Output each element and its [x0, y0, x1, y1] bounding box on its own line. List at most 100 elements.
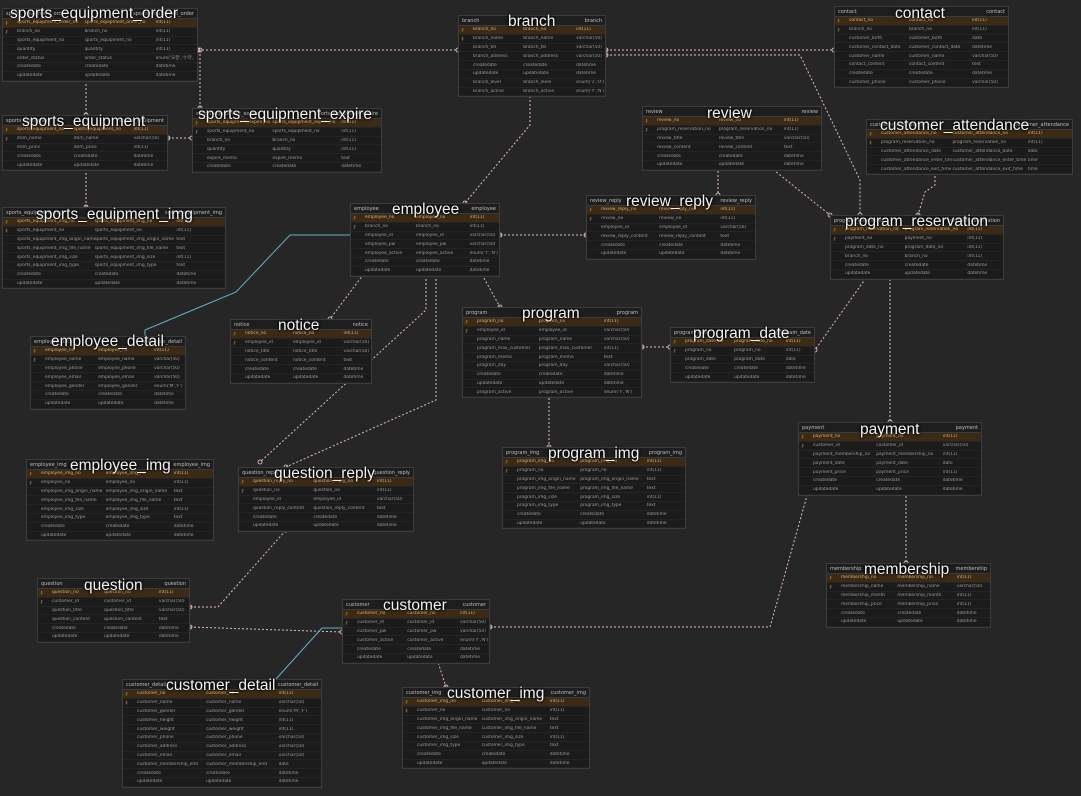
- link-customer-question[interactable]: [189, 626, 343, 633]
- column-row[interactable]: order_status order_status enum('요청','수락','…: [3, 54, 197, 63]
- column-row[interactable]: updatedate updatedate datetime: [503, 520, 685, 529]
- column-row[interactable]: createdate createdate datetime: [799, 477, 981, 486]
- column-row[interactable]: payment_membership_no payment_membership_…: [799, 451, 981, 460]
- column-row[interactable]: program_img_origin_name program_img_origi…: [503, 476, 685, 485]
- column-row[interactable]: updatedate updatedate datetime: [671, 373, 814, 382]
- column-row[interactable]: createdate createdate datetime: [239, 513, 413, 522]
- column-row[interactable]: quantity quantity int(11): [193, 145, 381, 155]
- link-question-reply[interactable]: [190, 529, 287, 608]
- column-row[interactable]: program_date program_date date: [671, 356, 814, 365]
- column-row[interactable]: createdate createdate datetime: [123, 769, 321, 778]
- column-row[interactable]: sports_equipment_img_size sports_equipmen…: [3, 253, 225, 262]
- column-row[interactable]: notice_content notice_content text: [231, 356, 371, 366]
- column-row[interactable]: ⚷ employee_name employee_name varchar(50): [31, 356, 185, 365]
- column-row[interactable]: ⚷ review_no review_no int(11): [587, 215, 755, 224]
- column-row[interactable]: ⚷ sports_equipment_no sports_equipment_no i…: [193, 128, 381, 137]
- column-row[interactable]: employee_id employee_id varchar(50): [239, 496, 413, 505]
- column-row[interactable]: customer_phone customer_phone varchar(50): [835, 79, 1008, 88]
- column-row[interactable]: customer_attendance_date customer_attenda…: [867, 148, 1072, 157]
- column-row[interactable]: employee_img_file_name employee_img_file_…: [27, 496, 213, 506]
- column-row[interactable]: createdate createdate datetime: [31, 391, 185, 400]
- column-row[interactable]: updatedate updatedate datetime: [643, 161, 821, 170]
- column-row[interactable]: updatedate updatedate datetime: [3, 72, 197, 81]
- column-row[interactable]: branch_tel branch_tel varchar(50): [459, 44, 605, 53]
- er-diagram-canvas[interactable]: sports_equipment_order sports_equipment_o…: [0, 0, 1081, 796]
- column-row[interactable]: ⚷ question_no question_no int(11): [239, 487, 413, 496]
- link-customer-detail[interactable]: [275, 627, 342, 680]
- column-row[interactable]: branch_no branch_no int(11): [193, 137, 381, 146]
- column-row[interactable]: program_img_type program_img_type text: [503, 502, 685, 511]
- column-row[interactable]: customer_phone customer_phone varchar(50): [123, 734, 321, 743]
- column-row[interactable]: createdate createdate datetime: [831, 261, 1003, 270]
- column-row[interactable]: program_date_no program_date_no int(11): [831, 244, 1003, 253]
- column-row[interactable]: employee_img_type employee_img_type text: [27, 514, 213, 523]
- column-row[interactable]: customer_img_type customer_img_type text: [403, 742, 589, 751]
- column-row[interactable]: updatedate updatedate datetime: [31, 400, 185, 409]
- column-row[interactable]: customer_weight customer_weight int(11): [123, 725, 321, 734]
- column-row[interactable]: updatedate updatedate datetime: [3, 161, 167, 170]
- column-row[interactable]: customer_pw customer_pw varchar(50): [343, 628, 489, 637]
- column-row[interactable]: ⚷ employee_id employee_id varchar(50): [463, 327, 641, 336]
- column-row[interactable]: updatedate updatedate datetime: [799, 486, 981, 495]
- column-row[interactable]: question_content question_content text: [38, 615, 189, 625]
- column-row[interactable]: ⚷ customer_id customer_id varchar(50): [799, 442, 981, 451]
- column-row[interactable]: updatedate updatedate datetime: [239, 522, 413, 531]
- column-row[interactable]: employee_gender employee_gender enum('M','…: [31, 382, 185, 391]
- column-row[interactable]: program_img_size program_img_size int(11): [503, 493, 685, 502]
- column-row[interactable]: updatedate updatedate datetime: [827, 618, 990, 627]
- column-row[interactable]: createdate createdate datetime: [643, 152, 821, 161]
- column-row[interactable]: program_img_file_name program_img_file_na…: [503, 484, 685, 494]
- column-row[interactable]: ⚷ branch_no branch_no int(11): [835, 26, 1008, 35]
- column-row[interactable]: createdate createdate datetime: [27, 523, 213, 532]
- column-row[interactable]: customer_address customer_address varchar(…: [123, 743, 321, 752]
- column-row[interactable]: branch_level branch_level enum('1','0'): [459, 79, 605, 88]
- column-row[interactable]: ⚷ customer_no customer_no int(11): [403, 707, 589, 716]
- column-row[interactable]: ⚷ customer_name customer_name varchar(50): [123, 699, 321, 708]
- column-row[interactable]: sports_equipment_no sports_equipment_no in…: [3, 37, 197, 46]
- column-row[interactable]: ⚷ customer_id customer_id varchar(50): [343, 619, 489, 628]
- column-row[interactable]: customer_email customer_email varchar(50): [123, 752, 321, 761]
- column-row[interactable]: question_title question_title varchar(50): [38, 607, 189, 616]
- column-row[interactable]: sports_equipment_img_type sports_equipmen…: [3, 262, 225, 271]
- column-row[interactable]: createdate createdate datetime: [503, 511, 685, 520]
- column-row[interactable]: employee_img_origin_name employee_img_ori…: [27, 488, 213, 497]
- column-row[interactable]: ⚷ program_reservation_no program_reservati…: [643, 126, 821, 135]
- column-row[interactable]: program_name program_name varchar(50): [463, 336, 641, 345]
- column-row[interactable]: createdate createdate datetime: [351, 258, 499, 267]
- column-row[interactable]: updatedate updatedate datetime: [38, 633, 189, 642]
- column-row[interactable]: createdate createdate datetime: [459, 61, 605, 70]
- column-row[interactable]: employee_email employee_email varchar(50): [31, 373, 185, 383]
- column-row[interactable]: branch_no branch_no int(11): [831, 252, 1003, 262]
- column-row[interactable]: updatedate updatedate datetime: [403, 760, 589, 769]
- column-row[interactable]: program_active program_active enum('Y','N'…: [463, 388, 641, 398]
- column-row[interactable]: ⚷ branch_no branch_no int(11): [3, 28, 197, 37]
- column-row[interactable]: employee_id employee_id varchar(50): [351, 232, 499, 241]
- column-row[interactable]: createdate createdate datetime: [231, 365, 371, 374]
- column-row[interactable]: createdate createdate datetime: [463, 371, 641, 380]
- column-row[interactable]: customer_gender customer_gender enum('M','…: [123, 708, 321, 717]
- column-row[interactable]: expire_memo expire_memo text: [193, 154, 381, 163]
- column-row[interactable]: updatedate updatedate datetime: [27, 532, 213, 541]
- column-row[interactable]: ⚷ employee_no employee_no int(11): [27, 479, 213, 488]
- column-row[interactable]: customer_attendance_exit_time customer_at…: [867, 165, 1072, 174]
- column-row[interactable]: ⚷ payment_no payment_no int(11): [831, 235, 1003, 244]
- column-row[interactable]: sports_equipment_img_file_name sports_equ…: [3, 244, 225, 254]
- column-row[interactable]: branch_active branch_active enum('Y','N'): [459, 88, 605, 97]
- column-row[interactable]: customer_name customer_name varchar(50): [835, 52, 1008, 61]
- column-row[interactable]: customer_birth customer_birth date: [835, 35, 1008, 44]
- column-row[interactable]: ⚷ branch_name branch_name varchar(50): [459, 35, 605, 44]
- column-row[interactable]: createdate createdate datetime: [587, 241, 755, 250]
- column-row[interactable]: review_title review_title varchar(50): [643, 135, 821, 144]
- link-attendance-reservation[interactable]: [917, 172, 936, 216]
- link-date-reservation[interactable]: [814, 274, 869, 351]
- column-row[interactable]: updatedate updatedate datetime: [463, 380, 641, 389]
- column-row[interactable]: updatedate updatedate datetime: [231, 374, 371, 383]
- column-row[interactable]: membership_month membership_month int(11): [827, 592, 990, 601]
- link-review-reservation[interactable]: [769, 166, 831, 216]
- column-row[interactable]: ⚷ program_no program_no int(11): [503, 467, 685, 476]
- column-row[interactable]: quantity quantity int(11): [3, 45, 197, 55]
- column-row[interactable]: employee_img_size employee_img_size int(11…: [27, 505, 213, 514]
- column-row[interactable]: createdate createdate datetime: [671, 364, 814, 374]
- column-row[interactable]: createdate createdate datetime: [343, 645, 489, 654]
- column-row[interactable]: review_content review_content text: [643, 143, 821, 153]
